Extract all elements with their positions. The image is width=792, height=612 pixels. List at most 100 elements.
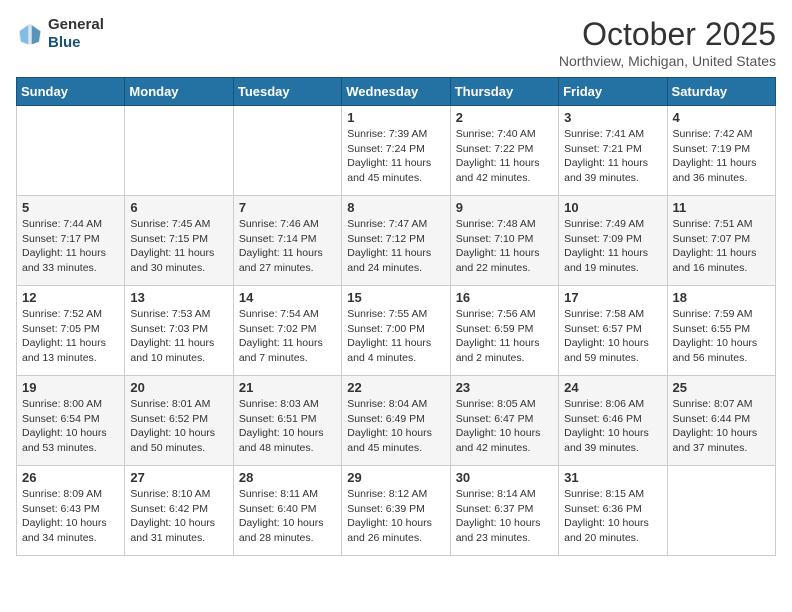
day-number: 11 [673, 200, 770, 215]
day-number: 27 [130, 470, 227, 485]
day-number: 24 [564, 380, 661, 395]
calendar-cell: 24 Sunrise: 8:06 AM Sunset: 6:46 PM Dayli… [559, 376, 667, 466]
day-info: Sunrise: 8:10 AM Sunset: 6:42 PM Dayligh… [130, 487, 227, 546]
day-info: Sunrise: 7:56 AM Sunset: 6:59 PM Dayligh… [456, 307, 553, 366]
calendar-week-row: 5Sunrise: 7:44 AM Sunset: 7:17 PM Daylig… [17, 196, 776, 286]
location: Northview, Michigan, United States [559, 53, 776, 69]
day-number: 19 [22, 380, 119, 395]
weekday-header: Tuesday [233, 78, 341, 106]
day-info: Sunrise: 8:14 AM Sunset: 6:37 PM Dayligh… [456, 487, 553, 546]
day-info: Sunrise: 8:07 AM Sunset: 6:44 PM Dayligh… [673, 397, 770, 456]
day-number: 16 [456, 290, 553, 305]
day-number: 18 [673, 290, 770, 305]
weekday-header: Wednesday [342, 78, 450, 106]
day-number: 8 [347, 200, 444, 215]
calendar-cell: 17Sunrise: 7:58 AM Sunset: 6:57 PM Dayli… [559, 286, 667, 376]
calendar-cell: 12Sunrise: 7:52 AM Sunset: 7:05 PM Dayli… [17, 286, 125, 376]
day-number: 10 [564, 200, 661, 215]
calendar-cell: 4Sunrise: 7:42 AM Sunset: 7:19 PM Daylig… [667, 106, 775, 196]
calendar-cell: 10 Sunrise: 7:49 AM Sunset: 7:09 PM Dayli… [559, 196, 667, 286]
day-number: 14 [239, 290, 336, 305]
day-number: 26 [22, 470, 119, 485]
day-info: Sunrise: 8:01 AM Sunset: 6:52 PM Dayligh… [130, 397, 227, 456]
calendar-cell: 11 Sunrise: 7:51 AM Sunset: 7:07 PM Dayli… [667, 196, 775, 286]
calendar-week-row: 12Sunrise: 7:52 AM Sunset: 7:05 PM Dayli… [17, 286, 776, 376]
weekday-header: Saturday [667, 78, 775, 106]
day-number: 7 [239, 200, 336, 215]
calendar-cell: 19 Sunrise: 8:00 AM Sunset: 6:54 PM Dayli… [17, 376, 125, 466]
logo-icon [16, 20, 44, 48]
day-info: Sunrise: 7:53 AM Sunset: 7:03 PM Dayligh… [130, 307, 227, 366]
calendar-cell: 30 Sunrise: 8:14 AM Sunset: 6:37 PM Dayli… [450, 466, 558, 556]
day-number: 2 [456, 110, 553, 125]
calendar-cell: 14Sunrise: 7:54 AM Sunset: 7:02 PM Dayli… [233, 286, 341, 376]
day-info: Sunrise: 8:04 AM Sunset: 6:49 PM Dayligh… [347, 397, 444, 456]
day-info: Sunrise: 7:47 AM Sunset: 7:12 PM Dayligh… [347, 217, 444, 276]
calendar-cell: 28 Sunrise: 8:11 AM Sunset: 6:40 PM Dayli… [233, 466, 341, 556]
calendar-cell: 6Sunrise: 7:45 AM Sunset: 7:15 PM Daylig… [125, 196, 233, 286]
day-info: Sunrise: 8:03 AM Sunset: 6:51 PM Dayligh… [239, 397, 336, 456]
day-number: 23 [456, 380, 553, 395]
day-info: Sunrise: 8:09 AM Sunset: 6:43 PM Dayligh… [22, 487, 119, 546]
calendar-cell: 22Sunrise: 8:04 AM Sunset: 6:49 PM Dayli… [342, 376, 450, 466]
calendar-cell: 16 Sunrise: 7:56 AM Sunset: 6:59 PM Dayli… [450, 286, 558, 376]
day-info: Sunrise: 8:00 AM Sunset: 6:54 PM Dayligh… [22, 397, 119, 456]
day-info: Sunrise: 7:40 AM Sunset: 7:22 PM Dayligh… [456, 127, 553, 186]
calendar-cell [125, 106, 233, 196]
day-info: Sunrise: 7:51 AM Sunset: 7:07 PM Dayligh… [673, 217, 770, 276]
calendar-cell: 7 Sunrise: 7:46 AM Sunset: 7:14 PM Daylig… [233, 196, 341, 286]
day-number: 6 [130, 200, 227, 215]
title-area: October 2025 Northview, Michigan, United… [559, 16, 776, 69]
day-number: 28 [239, 470, 336, 485]
calendar-cell: 3 Sunrise: 7:41 AM Sunset: 7:21 PM Daylig… [559, 106, 667, 196]
month-title: October 2025 [559, 16, 776, 53]
logo: General Blue [16, 16, 104, 52]
day-number: 25 [673, 380, 770, 395]
page-header: General Blue October 2025 Northview, Mic… [16, 16, 776, 69]
day-number: 31 [564, 470, 661, 485]
weekday-header: Sunday [17, 78, 125, 106]
calendar-cell: 13 Sunrise: 7:53 AM Sunset: 7:03 PM Dayli… [125, 286, 233, 376]
day-number: 12 [22, 290, 119, 305]
day-info: Sunrise: 8:12 AM Sunset: 6:39 PM Dayligh… [347, 487, 444, 546]
day-number: 29 [347, 470, 444, 485]
calendar-cell: 31 Sunrise: 8:15 AM Sunset: 6:36 PM Dayli… [559, 466, 667, 556]
calendar-cell: 8 Sunrise: 7:47 AM Sunset: 7:12 PM Daylig… [342, 196, 450, 286]
day-info: Sunrise: 7:42 AM Sunset: 7:19 PM Dayligh… [673, 127, 770, 186]
weekday-header: Thursday [450, 78, 558, 106]
day-info: Sunrise: 7:41 AM Sunset: 7:21 PM Dayligh… [564, 127, 661, 186]
day-number: 9 [456, 200, 553, 215]
day-info: Sunrise: 7:46 AM Sunset: 7:14 PM Dayligh… [239, 217, 336, 276]
day-info: Sunrise: 7:48 AM Sunset: 7:10 PM Dayligh… [456, 217, 553, 276]
day-info: Sunrise: 8:11 AM Sunset: 6:40 PM Dayligh… [239, 487, 336, 546]
day-number: 3 [564, 110, 661, 125]
day-info: Sunrise: 8:15 AM Sunset: 6:36 PM Dayligh… [564, 487, 661, 546]
weekday-header: Friday [559, 78, 667, 106]
day-info: Sunrise: 7:49 AM Sunset: 7:09 PM Dayligh… [564, 217, 661, 276]
calendar-cell: 15 Sunrise: 7:55 AM Sunset: 7:00 PM Dayli… [342, 286, 450, 376]
day-number: 21 [239, 380, 336, 395]
day-info: Sunrise: 7:39 AM Sunset: 7:24 PM Dayligh… [347, 127, 444, 186]
calendar-cell: 1 Sunrise: 7:39 AM Sunset: 7:24 PM Daylig… [342, 106, 450, 196]
day-number: 15 [347, 290, 444, 305]
day-info: Sunrise: 8:05 AM Sunset: 6:47 PM Dayligh… [456, 397, 553, 456]
day-info: Sunrise: 7:58 AM Sunset: 6:57 PM Dayligh… [564, 307, 661, 366]
calendar-cell: 23 Sunrise: 8:05 AM Sunset: 6:47 PM Dayli… [450, 376, 558, 466]
day-number: 20 [130, 380, 227, 395]
calendar-week-row: 19 Sunrise: 8:00 AM Sunset: 6:54 PM Dayli… [17, 376, 776, 466]
calendar-cell [233, 106, 341, 196]
day-info: Sunrise: 7:55 AM Sunset: 7:00 PM Dayligh… [347, 307, 444, 366]
calendar-cell: 2 Sunrise: 7:40 AM Sunset: 7:22 PM Daylig… [450, 106, 558, 196]
day-info: Sunrise: 8:06 AM Sunset: 6:46 PM Dayligh… [564, 397, 661, 456]
calendar-week-row: 1 Sunrise: 7:39 AM Sunset: 7:24 PM Daylig… [17, 106, 776, 196]
calendar-cell: 25 Sunrise: 8:07 AM Sunset: 6:44 PM Dayli… [667, 376, 775, 466]
calendar-table: SundayMondayTuesdayWednesdayThursdayFrid… [16, 77, 776, 556]
day-number: 1 [347, 110, 444, 125]
day-number: 30 [456, 470, 553, 485]
calendar-cell: 5Sunrise: 7:44 AM Sunset: 7:17 PM Daylig… [17, 196, 125, 286]
calendar-cell [17, 106, 125, 196]
calendar-week-row: 26 Sunrise: 8:09 AM Sunset: 6:43 PM Dayli… [17, 466, 776, 556]
day-number: 13 [130, 290, 227, 305]
calendar-cell: 27 Sunrise: 8:10 AM Sunset: 6:42 PM Dayli… [125, 466, 233, 556]
calendar-cell: 20 Sunrise: 8:01 AM Sunset: 6:52 PM Dayli… [125, 376, 233, 466]
